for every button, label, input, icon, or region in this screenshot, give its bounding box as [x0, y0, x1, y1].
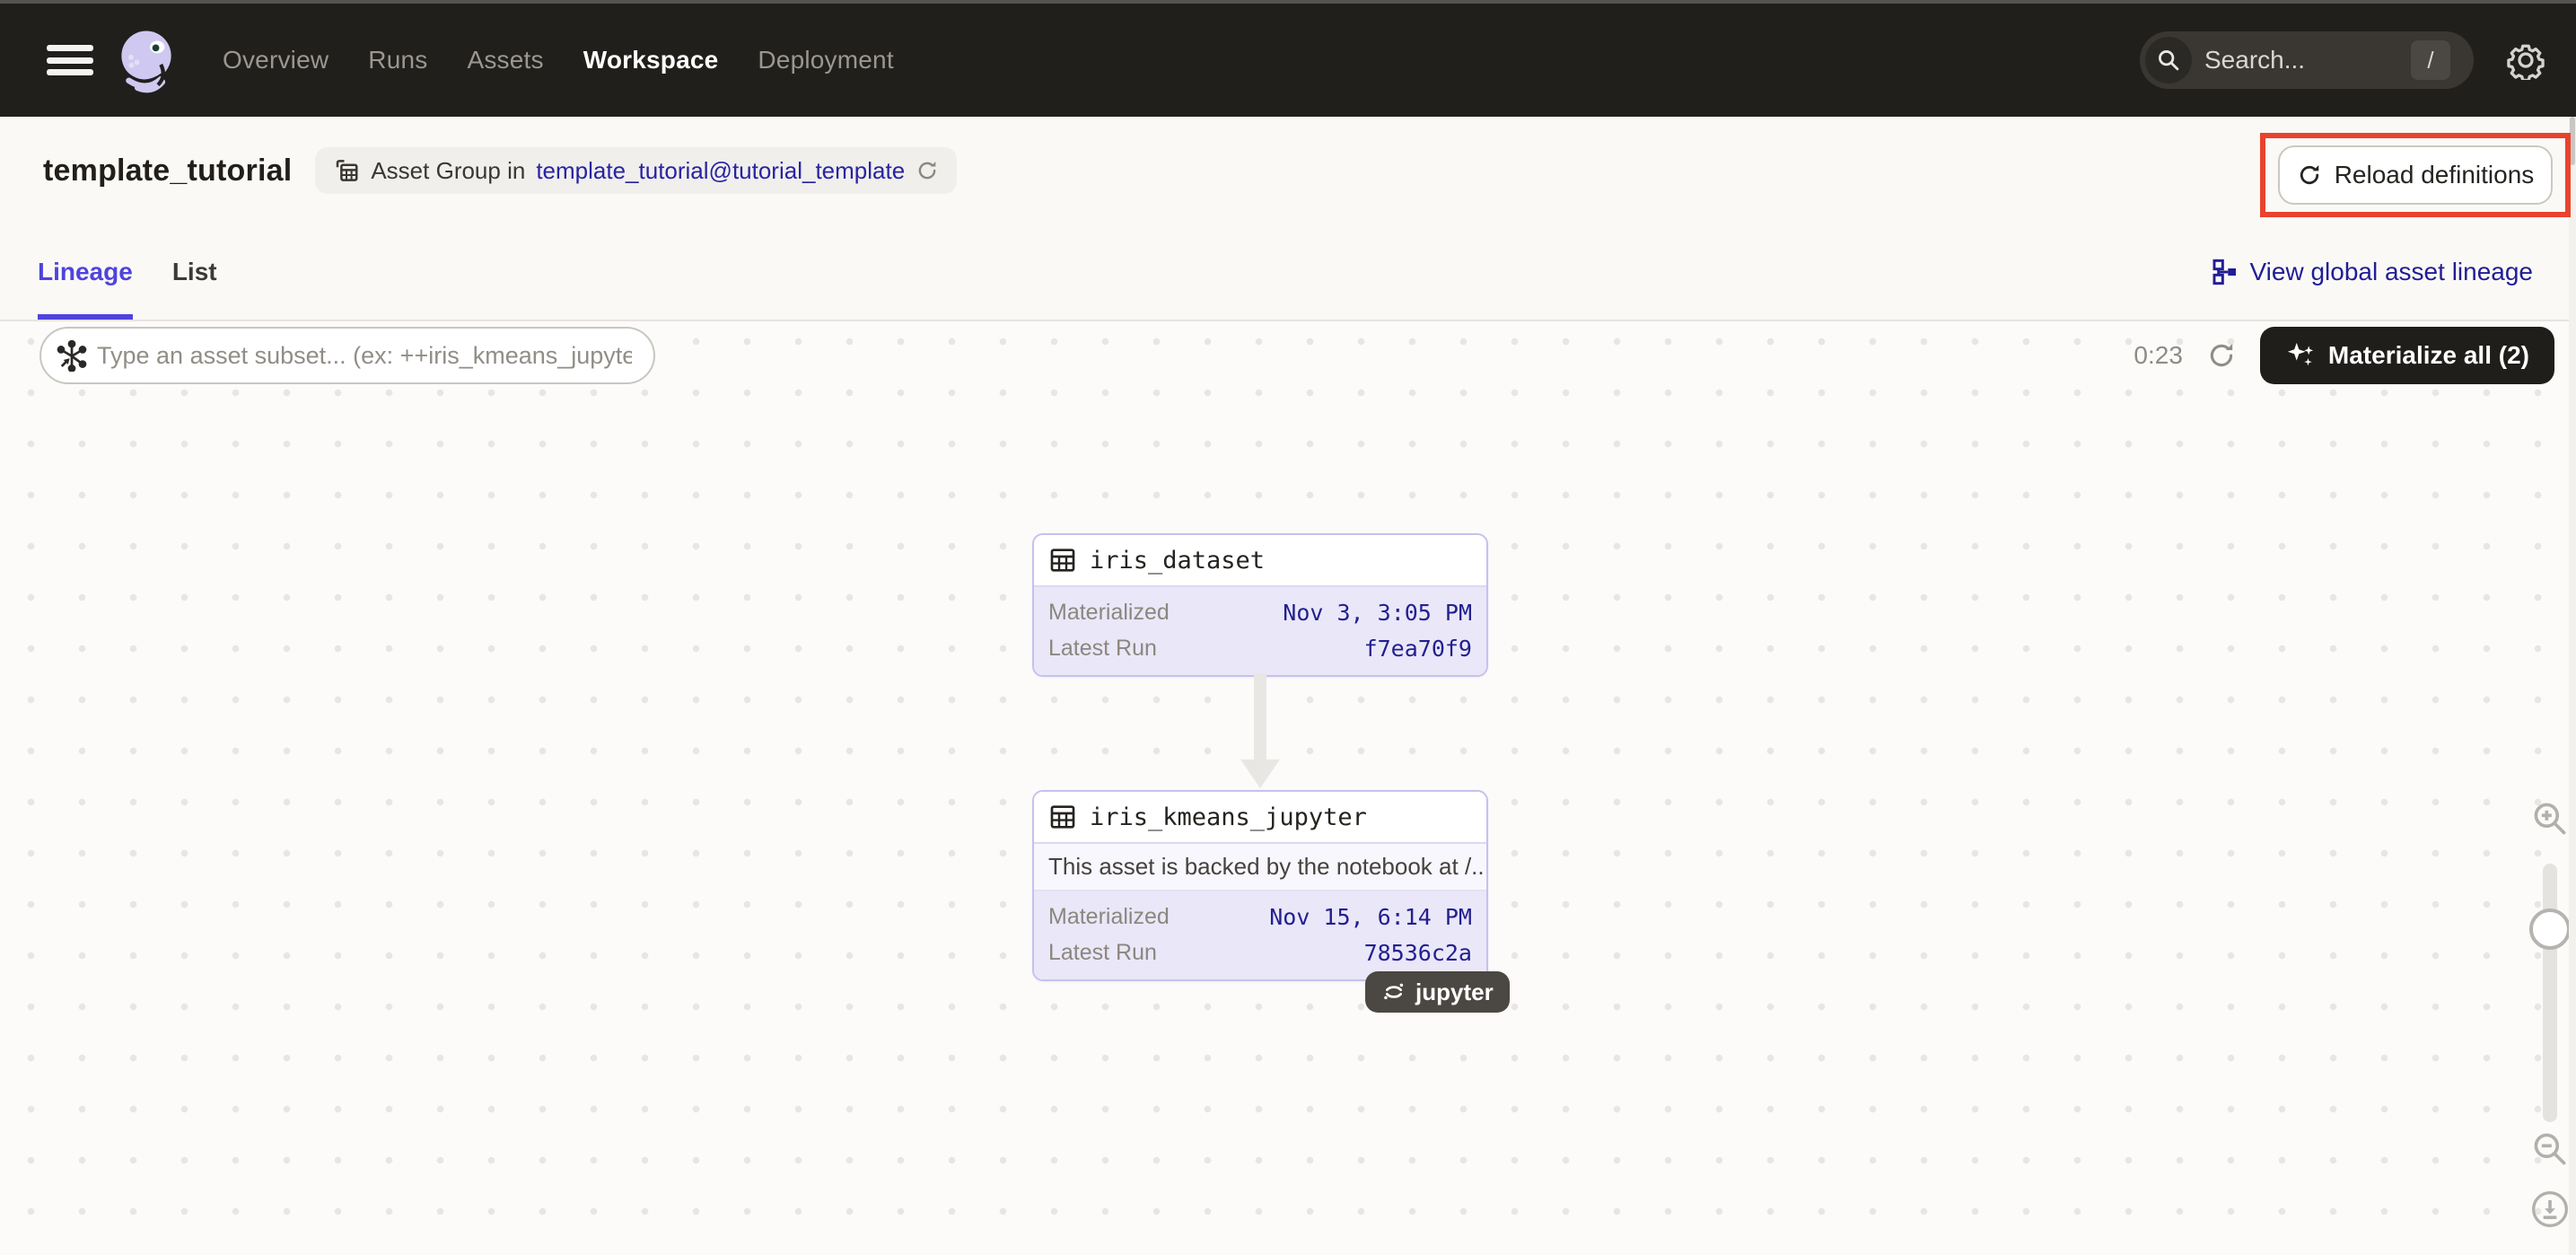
refresh-timer: 0:23	[2134, 341, 2183, 370]
search-icon	[2156, 48, 2181, 73]
zoom-out-button[interactable]	[2530, 1129, 2570, 1173]
zoom-in-icon	[2530, 799, 2570, 838]
asset-description: This asset is backed by the notebook at …	[1034, 844, 1486, 891]
search-icon-chip	[2145, 37, 2192, 83]
stat-row-materialized: Materialized Nov 15, 6:14 PM	[1048, 899, 1472, 935]
tab-list[interactable]: List	[172, 224, 217, 320]
stat-row-latest-run: Latest Run 78536c2a	[1048, 935, 1472, 970]
zoom-slider-thumb[interactable]	[2529, 908, 2571, 950]
stat-label: Latest Run	[1048, 940, 1157, 966]
lineage-graph-icon	[2211, 258, 2239, 286]
window-top-strip	[0, 0, 2576, 4]
global-search-box[interactable]: /	[2140, 31, 2474, 89]
view-global-asset-lineage-link[interactable]: View global asset lineage	[2211, 258, 2533, 286]
nav-item-assets[interactable]: Assets	[467, 46, 543, 75]
asset-name: iris_dataset	[1090, 547, 1265, 575]
nav-item-runs[interactable]: Runs	[368, 46, 427, 75]
asset-node-iris-dataset[interactable]: iris_dataset Materialized Nov 3, 3:05 PM…	[1032, 533, 1488, 677]
materialized-timestamp[interactable]: Nov 15, 6:14 PM	[1269, 904, 1472, 930]
asset-node-stats: Materialized Nov 15, 6:14 PM Latest Run …	[1034, 891, 1486, 979]
view-global-asset-lineage-label: View global asset lineage	[2250, 258, 2533, 286]
asset-group-icon	[333, 157, 360, 184]
hamburger-menu-icon[interactable]	[47, 39, 95, 81]
reload-icon	[916, 159, 939, 182]
asset-group-location-link[interactable]: template_tutorial@tutorial_template	[536, 157, 905, 185]
stat-row-latest-run: Latest Run f7ea70f9	[1048, 630, 1472, 666]
settings-gear-button[interactable]	[2501, 35, 2551, 85]
search-input[interactable]	[2204, 46, 2375, 75]
annotation-highlight-box: Reload definitions	[2260, 133, 2571, 217]
download-image-button[interactable]	[2530, 1189, 2570, 1233]
top-nav-bar: Overview Runs Assets Workspace Deploymen…	[0, 0, 2576, 117]
latest-run-id[interactable]: f7ea70f9	[1364, 636, 1472, 662]
stat-row-materialized: Materialized Nov 3, 3:05 PM	[1048, 594, 1472, 630]
primary-nav-menu: Overview Runs Assets Workspace Deploymen…	[223, 46, 894, 75]
zoom-slider[interactable]	[2543, 864, 2557, 1122]
graph-refresh-button[interactable]	[2206, 340, 2237, 371]
compute-kind-label: jupyter	[1415, 979, 1494, 1006]
materialize-sparkle-icon	[2285, 340, 2316, 371]
reload-definitions-label: Reload definitions	[2335, 161, 2535, 189]
latest-run-id[interactable]: 78536c2a	[1364, 940, 1472, 966]
search-shortcut-badge: /	[2411, 40, 2450, 80]
zoom-out-icon	[2530, 1129, 2570, 1169]
table-icon	[1048, 803, 1077, 831]
app-root: Overview Runs Assets Workspace Deploymen…	[0, 0, 2576, 1255]
asset-node-header: iris_dataset	[1034, 535, 1486, 587]
graph-toolbar-right: 0:23 Materialize all (2)	[2134, 327, 2554, 384]
lineage-edge-arrowhead	[1240, 759, 1280, 788]
asset-group-badge-text: Asset Group in	[371, 157, 525, 185]
tab-lineage[interactable]: Lineage	[38, 224, 133, 320]
jupyter-icon	[1381, 979, 1406, 1005]
refresh-icon	[2206, 340, 2237, 371]
download-icon	[2530, 1189, 2570, 1229]
lineage-canvas[interactable]: 0:23 Materialize all (2)	[0, 321, 2576, 1255]
gear-icon	[2506, 40, 2545, 80]
asset-group-badge: Asset Group in template_tutorial@tutoria…	[315, 147, 957, 194]
stat-label: Materialized	[1048, 600, 1170, 626]
lineage-edge	[1254, 673, 1266, 761]
compute-kind-tag-jupyter[interactable]: jupyter	[1365, 971, 1510, 1013]
materialize-all-label: Materialize all (2)	[2328, 341, 2529, 370]
stat-label: Materialized	[1048, 904, 1170, 930]
dagster-logo-icon[interactable]	[111, 25, 181, 95]
materialized-timestamp[interactable]: Nov 3, 3:05 PM	[1283, 600, 1472, 626]
page-title: template_tutorial	[43, 154, 292, 189]
zoom-in-button[interactable]	[2530, 799, 2570, 843]
page-header: template_tutorial Asset Group in templat…	[0, 117, 2576, 224]
asset-node-iris-kmeans-jupyter[interactable]: iris_kmeans_jupyter This asset is backed…	[1032, 790, 1488, 981]
top-nav-right-cluster: /	[2140, 31, 2551, 89]
table-icon	[1048, 546, 1077, 575]
asset-name: iris_kmeans_jupyter	[1090, 803, 1367, 831]
reload-definitions-button[interactable]: Reload definitions	[2278, 145, 2553, 205]
asset-subset-filter-input[interactable]	[39, 327, 655, 384]
reload-icon	[2297, 162, 2322, 188]
nav-item-deployment[interactable]: Deployment	[758, 46, 893, 75]
asset-node-header: iris_kmeans_jupyter	[1034, 792, 1486, 844]
asset-node-stats: Materialized Nov 3, 3:05 PM Latest Run f…	[1034, 587, 1486, 675]
stat-label: Latest Run	[1048, 636, 1157, 662]
materialize-all-button[interactable]: Materialize all (2)	[2260, 327, 2554, 384]
nav-item-workspace[interactable]: Workspace	[583, 46, 719, 75]
nav-item-overview[interactable]: Overview	[223, 46, 329, 75]
page-scrollbar[interactable]	[2569, 117, 2576, 1255]
view-tabs-row: Lineage List View global asset lineage	[0, 224, 2576, 321]
badge-reload-button[interactable]	[916, 159, 939, 182]
